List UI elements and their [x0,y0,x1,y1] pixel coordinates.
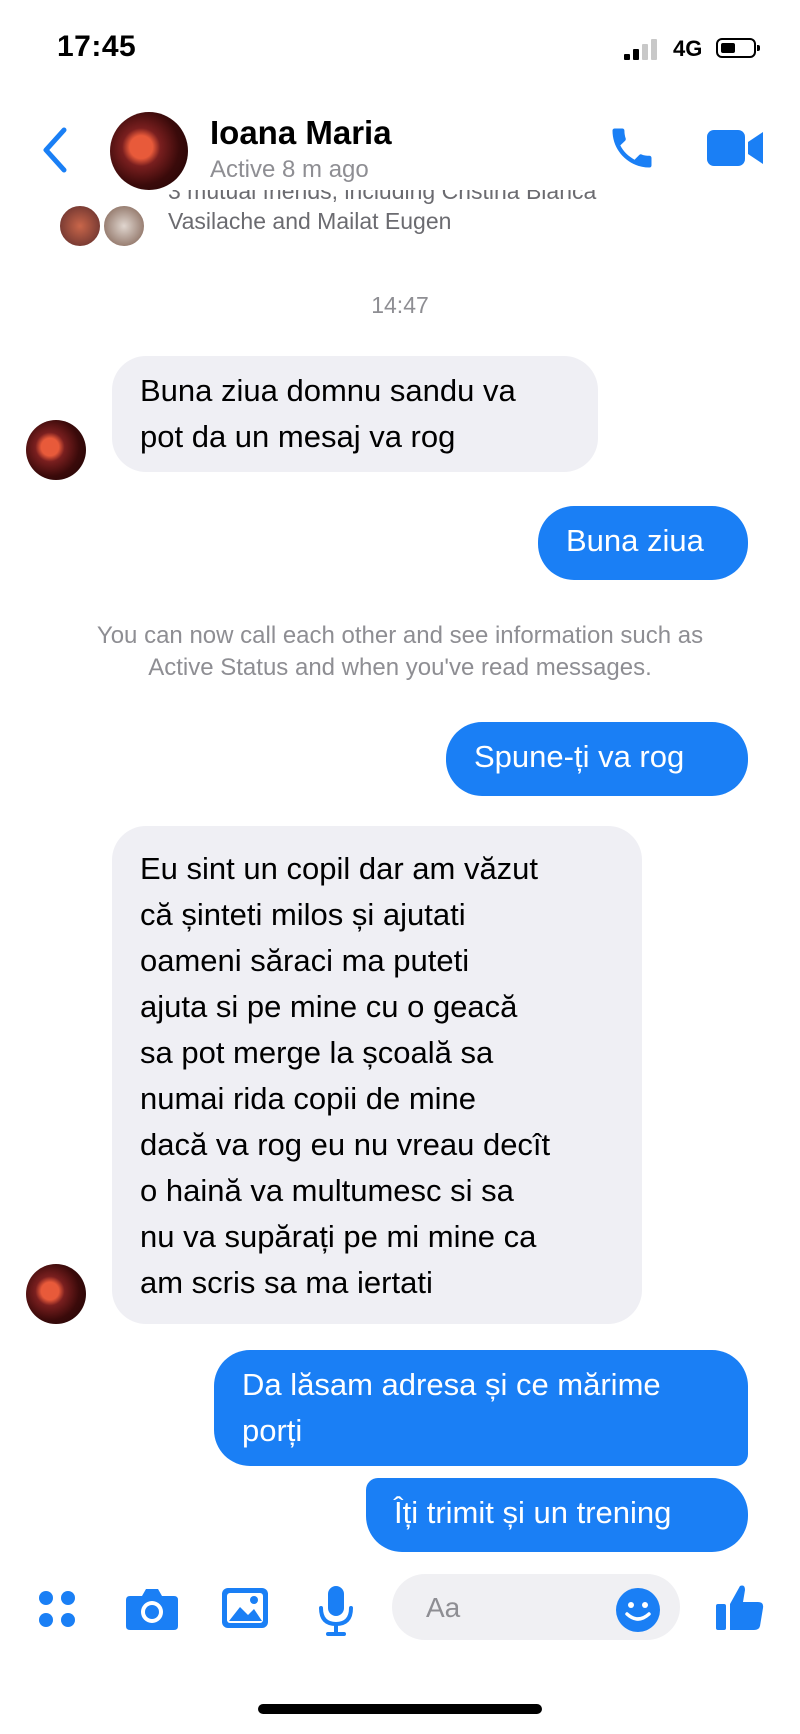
chat-header: Ioana Maria Active 8 m ago [0,100,800,200]
mutual-friends-line-2: Vasilache and Mailat Eugen [168,208,452,234]
signal-icon [624,38,664,60]
network-type: 4G [673,36,703,61]
chevron-left-icon [43,127,67,173]
message-line: oameni săraci ma puteti [140,943,470,978]
audio-call-button[interactable] [606,122,658,174]
message-line: dacă va rog eu nu vreau decît [140,1127,551,1162]
mutual-friends-line-1: 3 mutual friends, including Cristina Bia… [168,190,597,204]
sender-avatar[interactable] [26,420,86,480]
battery-icon [716,38,760,58]
status-time: 17:45 [57,30,137,63]
system-notice-line-2: Active Status and when you've read messa… [148,654,652,681]
emoji-button[interactable] [614,1586,662,1634]
voice-message-button[interactable] [316,1584,356,1636]
message-input-placeholder: Aa [426,1592,461,1623]
system-notice-line-1: You can now call each other and see info… [96,622,704,649]
outgoing-message[interactable]: Da lăsam adresa și ce mărime porți [214,1350,748,1466]
contact-name[interactable]: Ioana Maria [210,114,392,152]
microphone-icon [319,1586,353,1636]
message-line: Buna ziua [566,523,704,558]
system-notice: You can now call each other and see info… [20,620,780,684]
message-line: porți [242,1413,303,1448]
gallery-button[interactable] [220,1584,270,1632]
message-line: Îți trimit și un trening [394,1495,672,1530]
video-call-button[interactable] [705,126,765,170]
message-timestamp: 14:47 [371,292,429,318]
outgoing-message[interactable]: Îți trimit și un trening [366,1478,748,1552]
home-indicator[interactable] [258,1704,542,1714]
message-line: sa pot merge la școală sa [140,1035,494,1070]
like-button[interactable] [712,1580,768,1636]
message-composer: Aa [0,1556,800,1656]
message-line: Spune-ți va rog [474,739,685,774]
message-line: am scris sa ma iertati [140,1265,433,1300]
smiley-icon [616,1588,660,1632]
message-line: ajuta si pe mine cu o geacă [140,989,518,1024]
sender-avatar[interactable] [26,1264,86,1324]
status-bar: 17:45 4G [0,0,800,100]
mutual-friends-text: 3 mutual friends, including Cristina Bia… [168,190,768,236]
message-line: numai rida copii de mine [140,1081,477,1116]
outgoing-message[interactable]: Spune-ți va rog [446,722,748,796]
camera-button[interactable] [124,1584,180,1632]
message-line: Eu sint un copil dar am văzut [140,851,539,886]
message-line: Da lăsam adresa și ce mărime [242,1367,661,1402]
grid-dots-icon [39,1591,75,1627]
message-line: Buna ziua domnu sandu va [140,373,516,408]
phone-icon [612,128,652,168]
back-button[interactable] [36,122,76,178]
contact-avatar[interactable] [110,112,188,190]
message-line: pot da un mesaj va rog [140,419,456,454]
incoming-message[interactable]: Buna ziua domnu sandu va pot da un mesaj… [112,356,598,472]
incoming-message[interactable]: Eu sint un copil dar am văzut că șinteti… [112,826,642,1324]
message-line: nu va supărați pe mi mine ca [140,1219,537,1254]
mutual-friend-avatar [58,204,102,248]
image-icon [222,1588,268,1628]
contact-active-status: Active 8 m ago [210,156,369,183]
mutual-friends: 3 mutual friends, including Cristina Bia… [0,190,800,250]
outgoing-message[interactable]: Buna ziua [538,506,748,580]
message-line: că șinteti milos și ajutati [140,897,466,932]
thumbs-up-icon [716,1585,764,1630]
message-line: o haină va multumesc si sa [140,1173,514,1208]
more-actions-button[interactable] [34,1584,82,1632]
camera-icon [126,1589,178,1630]
mutual-friend-avatar [102,204,146,248]
video-camera-icon [707,130,763,166]
